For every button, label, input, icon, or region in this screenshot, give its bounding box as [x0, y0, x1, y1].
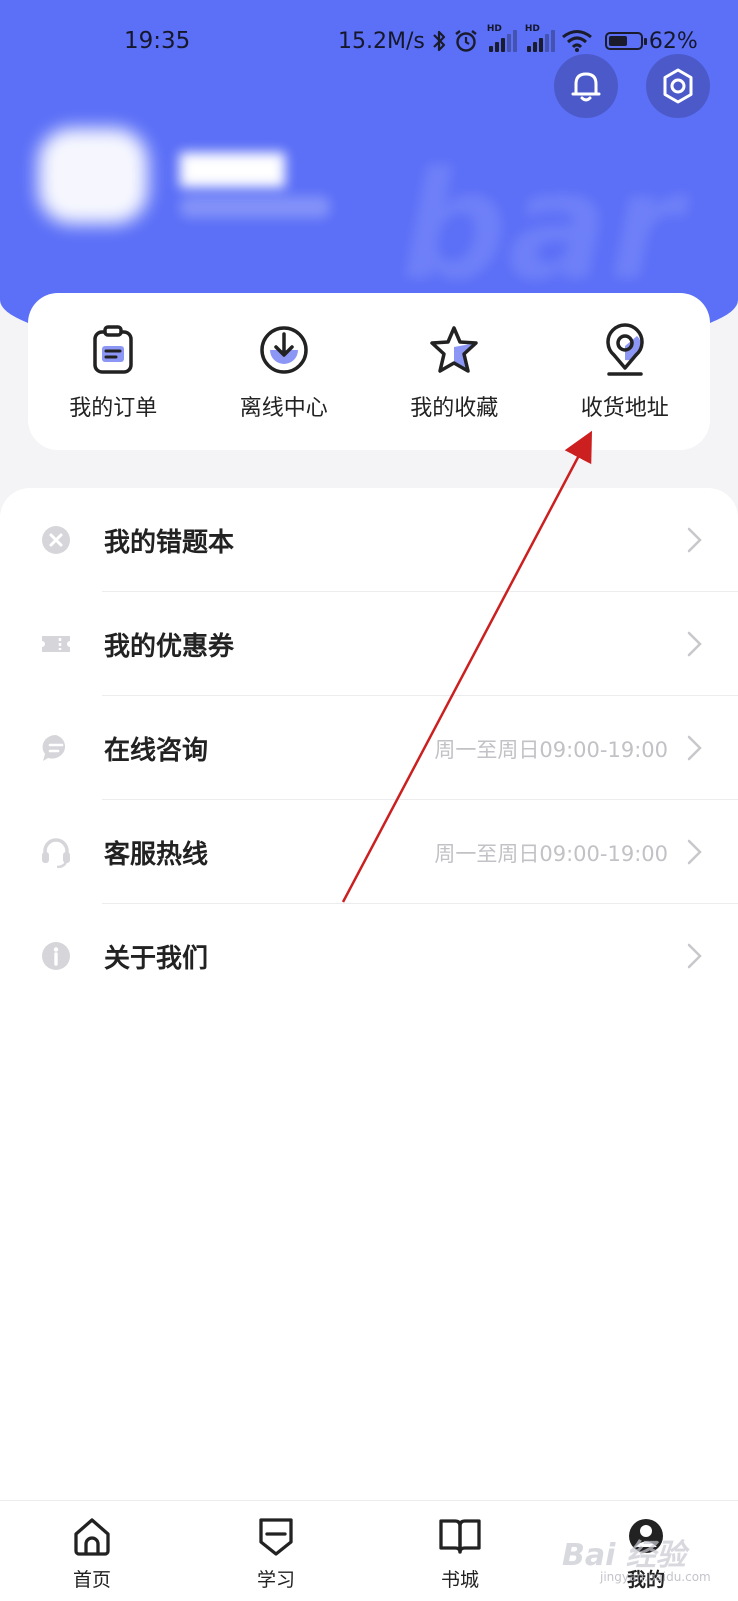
menu-list: 我的错题本 我的优惠券 在线咨询 周一至周日09:00-19:00 客服热线 周… [0, 488, 738, 1600]
quick-actions-card: 我的订单 离线中心 我的收藏 收货地址 [28, 293, 710, 450]
download-icon [260, 325, 308, 374]
chat-bubble-icon [42, 734, 66, 761]
quick-item-orders[interactable]: 我的订单 [28, 322, 198, 422]
gear-icon [663, 68, 693, 104]
quick-item-offline-center[interactable]: 离线中心 [199, 322, 369, 422]
tab-study[interactable]: 学习 [216, 1513, 336, 1592]
chevron-right-icon [687, 943, 702, 969]
signal-sim2-icon: HD [525, 24, 555, 52]
wifi-icon [561, 30, 592, 52]
close-circle-icon [42, 526, 70, 554]
headset-icon [42, 838, 70, 868]
menu-item-online-consult[interactable]: 在线咨询 周一至周日09:00-19:00 [0, 696, 738, 800]
status-bar: 19:35 15.2M/s HD HD 62% [0, 0, 738, 88]
avatar[interactable] [38, 128, 148, 224]
user-subtitle-blurred [180, 196, 330, 218]
bluetooth-icon [433, 30, 445, 52]
battery-icon [604, 32, 647, 50]
book-icon [439, 1519, 481, 1554]
study-shield-icon [259, 1518, 293, 1556]
clock: 19:35 [124, 28, 191, 54]
info-icon [42, 942, 70, 970]
watermark: Bai 经验 [562, 1538, 686, 1573]
order-clipboard-icon [93, 324, 133, 374]
alarm-icon [455, 30, 477, 52]
chevron-right-icon [687, 527, 702, 553]
battery-percent: 62% [648, 28, 698, 54]
ticket-icon [42, 636, 70, 652]
chevron-right-icon [687, 631, 702, 657]
home-icon [74, 1518, 110, 1556]
chevron-right-icon [687, 839, 702, 865]
settings-button[interactable] [646, 54, 710, 118]
quick-item-favorites[interactable]: 我的收藏 [369, 322, 539, 422]
user-name-blurred[interactable]: ▇▇▇▇ [180, 148, 285, 188]
menu-item-about-us[interactable]: 关于我们 [0, 904, 738, 1008]
tab-bookstore[interactable]: 书城 [400, 1513, 520, 1592]
signal-sim1-icon: HD [487, 24, 517, 52]
menu-item-mistake-book[interactable]: 我的错题本 [0, 488, 738, 592]
watermark-url: jingyan.baidu.com [600, 1570, 711, 1584]
quick-item-shipping-address[interactable]: 收货地址 [540, 322, 710, 422]
chevron-right-icon [687, 735, 702, 761]
bell-icon [571, 72, 601, 102]
location-pin-icon [606, 322, 644, 376]
menu-item-service-hotline[interactable]: 客服热线 周一至周日09:00-19:00 [0, 800, 738, 904]
net-speed: 15.2M/s [338, 28, 425, 54]
status-icons: 15.2M/s HD HD 62% [338, 24, 698, 54]
tab-home[interactable]: 首页 [32, 1513, 152, 1592]
star-icon [430, 325, 478, 373]
menu-item-coupons[interactable]: 我的优惠券 [0, 592, 738, 696]
notifications-button[interactable] [554, 54, 618, 118]
